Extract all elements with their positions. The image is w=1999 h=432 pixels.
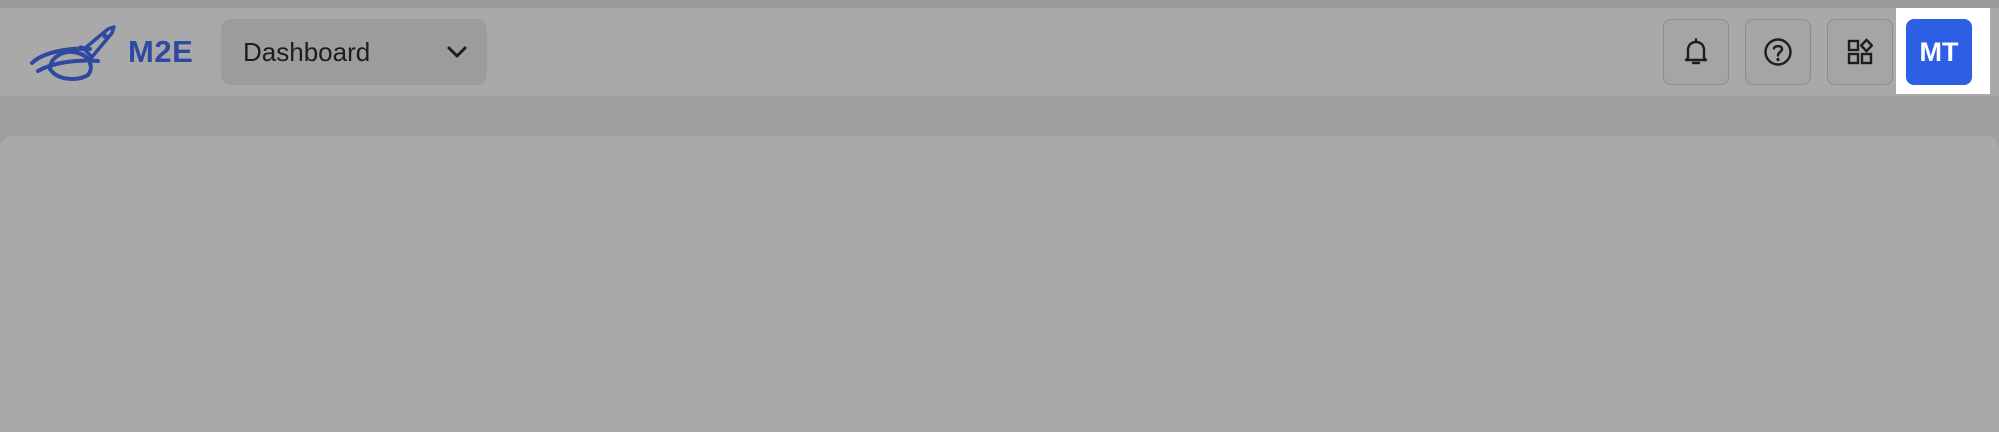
notifications-button[interactable] — [1663, 19, 1729, 85]
chevron-down-icon — [447, 46, 467, 58]
selected-page-label: Dashboard — [243, 36, 371, 67]
apps-button[interactable] — [1827, 19, 1893, 85]
avatar-highlight: MT — [1896, 8, 1990, 94]
brand-logo[interactable]: M2E — [28, 20, 198, 84]
help-button[interactable] — [1745, 19, 1811, 85]
rocket-planet-icon — [30, 25, 116, 81]
brand-name: M2E — [128, 34, 194, 69]
page-selector-dropdown[interactable]: Dashboard — [221, 19, 487, 85]
top-strip — [0, 0, 1999, 8]
help-circle-icon — [1764, 38, 1792, 66]
user-initials: MT — [1919, 36, 1959, 67]
content-gap — [0, 97, 1999, 135]
user-avatar-button[interactable]: MT — [1906, 19, 1972, 85]
bell-icon — [1684, 38, 1708, 65]
top-header: M2E Dashboard — [0, 8, 1999, 97]
apps-grid-icon — [1847, 38, 1873, 65]
main-content-panel — [0, 135, 1999, 432]
